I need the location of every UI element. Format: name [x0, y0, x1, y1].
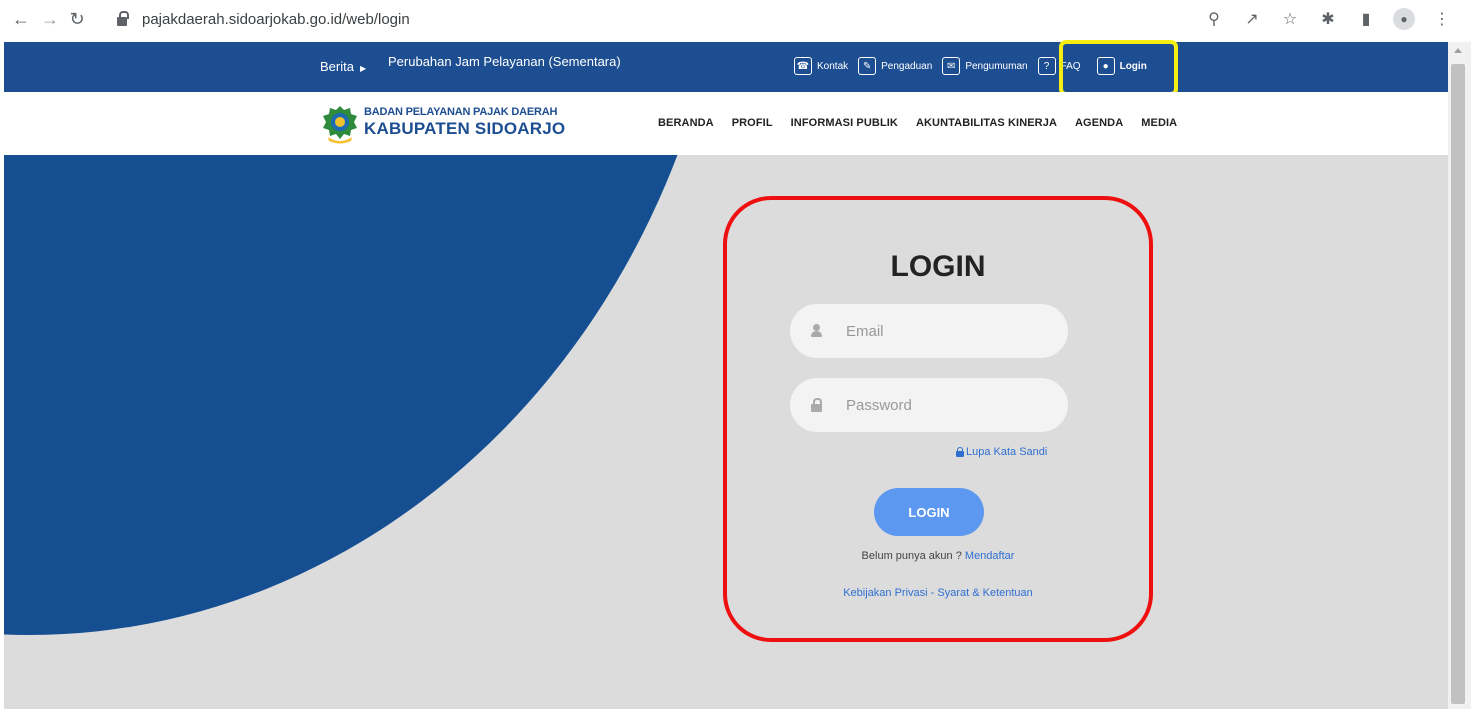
register-line: Belum punya akun ? Mendaftar	[723, 550, 1153, 562]
news-arrow-icon: ▶	[359, 64, 367, 73]
lock-icon	[956, 447, 964, 457]
back-arrow-icon[interactable]: ←	[10, 8, 32, 30]
menu-kebab-icon[interactable]: ⋮	[1431, 8, 1453, 30]
news-label-text: Berita	[320, 59, 354, 74]
privacy-terms-link[interactable]: Kebijakan Privasi - Syarat & Ketentuan	[723, 587, 1153, 599]
url-text[interactable]: pajakdaerah.sidoarjokab.go.id/web/login	[142, 11, 410, 28]
sidoarjo-emblem-icon[interactable]	[322, 105, 358, 145]
profile-avatar-icon[interactable]: ●	[1393, 8, 1415, 30]
lock-icon[interactable]	[116, 10, 130, 28]
top-menu-kontak-label: Kontak	[817, 60, 849, 72]
forgot-password-link[interactable]: Lupa Kata Sandi	[956, 446, 1047, 458]
email-field-wrapper[interactable]	[790, 304, 1068, 358]
top-menu-pengaduan[interactable]: ✎ Pengaduan	[858, 57, 932, 75]
forward-arrow-icon[interactable]: →	[39, 8, 61, 30]
nav-akuntabilitas-kinerja[interactable]: AKUNTABILITAS KINERJA	[916, 117, 1057, 129]
nav-informasi-publik[interactable]: INFORMASI PUBLIK	[791, 117, 898, 129]
top-menu-pengumuman-label: Pengumuman	[965, 60, 1028, 72]
zoom-icon[interactable]: ⚲	[1203, 8, 1225, 30]
password-input[interactable]	[846, 396, 1046, 414]
browser-toolbar: ← → ↻ pajakdaerah.sidoarjokab.go.id/web/…	[0, 0, 1471, 38]
megaphone-icon: ✉	[942, 57, 961, 75]
nav-media[interactable]: MEDIA	[1141, 117, 1177, 129]
browser-actions: ⚲ ↗ ☆ ✱ ▮ ● ⋮	[1203, 8, 1453, 30]
email-input[interactable]	[846, 322, 1046, 340]
phone-icon: ☎	[794, 57, 812, 75]
lock-icon	[810, 398, 824, 412]
bookmark-star-icon[interactable]: ☆	[1279, 8, 1301, 30]
decorative-blue-shape	[4, 155, 734, 635]
site-header: BADAN PELAYANAN PAJAK DAERAH KABUPATEN S…	[4, 92, 1448, 155]
news-label: Berita ▶	[320, 59, 366, 74]
reload-icon[interactable]: ↻	[66, 8, 88, 30]
user-icon	[810, 324, 824, 338]
pencil-icon: ✎	[858, 57, 877, 75]
forgot-password-label[interactable]: Lupa Kata Sandi	[966, 446, 1047, 458]
news-ticker[interactable]: Perubahan Jam Pelayanan (Sementara)	[388, 54, 728, 80]
password-field-wrapper[interactable]	[790, 378, 1068, 432]
login-button[interactable]: LOGIN	[874, 488, 984, 536]
top-menu-kontak[interactable]: ☎ Kontak	[794, 57, 848, 75]
scroll-up-arrow-icon[interactable]	[1454, 48, 1462, 53]
nav-profil[interactable]: PROFIL	[732, 117, 773, 129]
side-panel-icon[interactable]: ▮	[1355, 8, 1377, 30]
share-icon[interactable]: ↗	[1241, 8, 1263, 30]
top-menu-pengumuman[interactable]: ✉ Pengumuman	[942, 57, 1028, 75]
top-menu-pengaduan-label: Pengaduan	[881, 60, 933, 72]
logo-line-1: BADAN PELAYANAN PAJAK DAERAH	[364, 106, 558, 118]
extensions-puzzle-icon[interactable]: ✱	[1317, 8, 1339, 30]
page-scrollbar[interactable]	[1448, 42, 1471, 709]
login-highlight-box	[1059, 40, 1178, 96]
login-title: LOGIN	[890, 250, 986, 283]
news-headline[interactable]: Perubahan Jam Pelayanan (Sementara)	[388, 54, 728, 70]
question-icon: ?	[1037, 57, 1056, 75]
no-account-text: Belum punya akun ?	[861, 550, 962, 562]
nav-beranda[interactable]: BERANDA	[658, 117, 714, 129]
scroll-thumb[interactable]	[1451, 64, 1465, 704]
register-link[interactable]: Mendaftar	[965, 550, 1015, 562]
main-nav: BERANDA PROFIL INFORMASI PUBLIK AKUNTABI…	[658, 117, 1177, 129]
logo-line-2: KABUPATEN SIDOARJO	[364, 119, 566, 138]
top-info-bar: Berita ▶ Perubahan Jam Pelayanan (Sementa…	[4, 42, 1448, 92]
nav-agenda[interactable]: AGENDA	[1075, 117, 1123, 129]
address-bar[interactable]: pajakdaerah.sidoarjokab.go.id/web/login	[98, 4, 1308, 34]
